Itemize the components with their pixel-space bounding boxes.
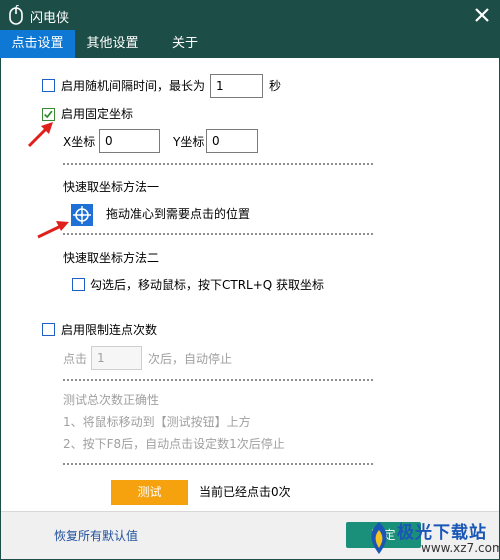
footer-bar: 恢复所有默认值 确定 极光下载站 www.xz7.com [1, 511, 500, 560]
limit-count-input[interactable]: 1 [91, 346, 142, 370]
separator [63, 163, 373, 165]
tab-bar: 点击设置 其他设置 关于 [0, 30, 500, 58]
arrow-pointer-icon [27, 122, 53, 148]
test-title: 测试总次数正确性 [63, 393, 160, 407]
tab-other-settings[interactable]: 其他设置 [75, 30, 150, 58]
y-coord-label: Y坐标 [173, 135, 205, 149]
tab-about[interactable]: 关于 [150, 30, 220, 58]
settings-panel: 启用随机间隔时间，最长为 1 秒 启用固定坐标 X坐标 0 Y坐标 0 快速取坐… [1, 58, 499, 511]
tab-click-settings[interactable]: 点击设置 [0, 30, 75, 58]
crosshair-icon [73, 206, 91, 224]
window-title: 闪电侠 [30, 11, 70, 26]
watermark-url: www.xz7.com [421, 541, 500, 555]
x-coord-input[interactable]: 0 [99, 129, 160, 153]
limit-clicks-checkbox[interactable] [42, 323, 55, 336]
method2-checkbox[interactable] [72, 278, 85, 291]
brand-logo-icon [371, 522, 387, 554]
limit-clicks-label: 启用限制连点次数 [61, 323, 158, 337]
mouse-icon [9, 5, 23, 25]
watermark-brand: 极光下载站 [397, 523, 487, 543]
random-interval-checkbox[interactable] [42, 79, 55, 92]
watermark-logo: 极光下载站 www.xz7.com [361, 516, 500, 560]
arrow-pointer-icon [37, 221, 69, 239]
test-step1: 1、将鼠标移动到【测试按钮】上方 [63, 415, 251, 429]
separator [63, 463, 373, 465]
test-button[interactable]: 测试 [111, 480, 188, 505]
separator [63, 233, 373, 235]
crosshair-drag-handle[interactable] [71, 204, 93, 226]
drag-hint: 拖动准心到需要点击的位置 [106, 207, 251, 221]
test-step2: 2、按下F8后，自动点击设定数1次后停止 [63, 437, 285, 451]
title-bar: 闪电侠 [0, 0, 500, 30]
click-count-status: 当前已经点击0次 [199, 485, 291, 499]
fixed-coords-label: 启用固定坐标 [61, 107, 134, 121]
close-icon[interactable] [470, 3, 494, 27]
checkmark-icon [44, 110, 53, 119]
x-coord-label: X坐标 [63, 135, 96, 149]
separator [63, 379, 373, 381]
reset-defaults-link[interactable]: 恢复所有默认值 [54, 527, 138, 544]
method2-label: 勾选后，移动鼠标，按下CTRL+Q 获取坐标 [90, 278, 325, 292]
random-interval-input[interactable]: 1 [210, 74, 263, 98]
y-coord-input[interactable]: 0 [206, 129, 258, 153]
limit-suffix: 次后，自动停止 [148, 352, 233, 366]
method2-title: 快速取坐标方法二 [63, 251, 160, 265]
limit-prefix: 点击 [63, 352, 88, 366]
random-interval-label: 启用随机间隔时间，最长为 [61, 79, 206, 93]
method1-title: 快速取坐标方法一 [63, 180, 160, 194]
random-interval-unit: 秒 [269, 79, 282, 93]
